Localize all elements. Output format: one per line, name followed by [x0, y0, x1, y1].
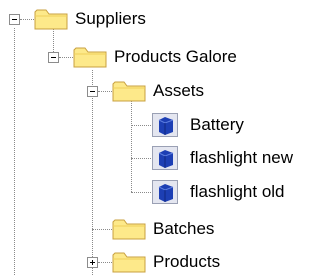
tree-connector-h-batches	[92, 229, 112, 230]
tree-connector-h-assets	[98, 91, 112, 92]
tree-node-label[interactable]: Battery	[190, 115, 244, 135]
tree-node-label[interactable]: Products	[153, 252, 220, 272]
tree-connector-root	[14, 28, 15, 275]
tree-node-label[interactable]: Assets	[153, 81, 204, 101]
folder-icon	[34, 8, 68, 30]
cube-icon	[152, 180, 178, 204]
minus-expander-icon[interactable]	[87, 86, 98, 97]
minus-expander-icon[interactable]	[48, 52, 59, 63]
cube-icon	[152, 113, 178, 137]
tree-connector-h-suppliers	[20, 19, 34, 20]
tree-node-label[interactable]: Suppliers	[75, 9, 146, 29]
minus-expander-icon[interactable]	[9, 14, 20, 25]
folder-icon	[73, 46, 107, 68]
plus-expander-icon[interactable]	[87, 257, 98, 268]
cube-icon	[152, 146, 178, 170]
folder-icon	[112, 251, 146, 273]
folder-icon	[112, 80, 146, 102]
tree-connector-products-galore	[92, 70, 93, 275]
folder-icon	[112, 218, 146, 240]
tree-connector-h-battery	[131, 125, 151, 126]
tree-connector-assets	[131, 100, 132, 192]
tree-node-label[interactable]: flashlight new	[190, 148, 293, 168]
tree-connector-h-flashlight-new	[131, 158, 151, 159]
tree-connector-h-products-galore	[59, 57, 73, 58]
tree-connector-h-products	[98, 262, 112, 263]
tree-node-label[interactable]: flashlight old	[190, 182, 285, 202]
tree-node-label[interactable]: Batches	[153, 219, 214, 239]
tree-node-label[interactable]: Products Galore	[114, 47, 237, 67]
tree-view: Suppliers Products Galore Assets Battery…	[0, 0, 324, 275]
tree-connector-h-flashlight-old	[131, 192, 151, 193]
